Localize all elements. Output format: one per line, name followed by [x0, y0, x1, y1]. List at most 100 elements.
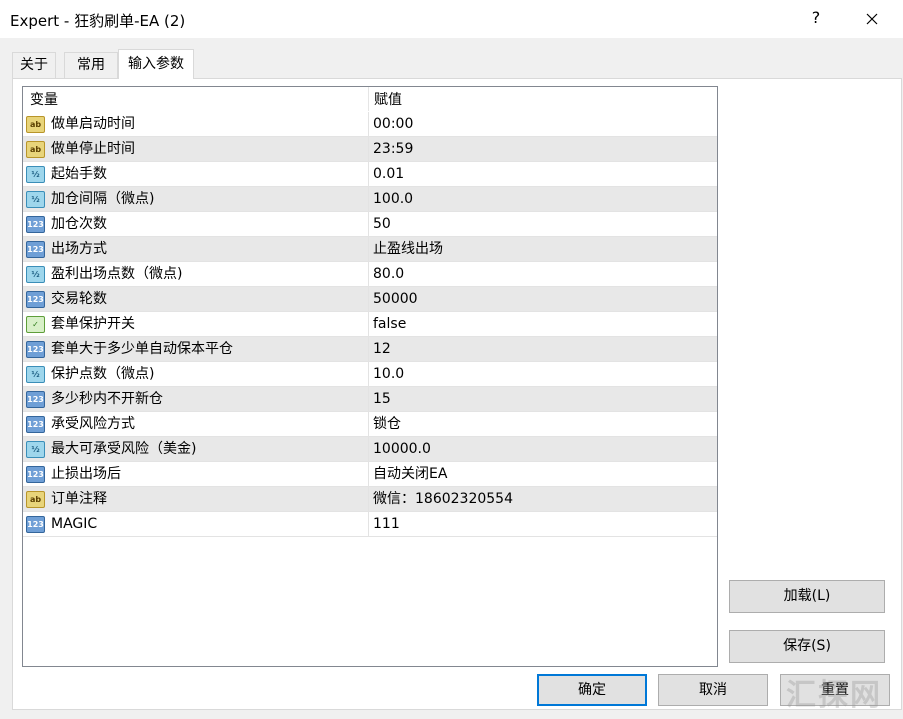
- load-button[interactable]: 加载(L): [729, 580, 885, 613]
- integer-type-icon: 123: [26, 391, 45, 408]
- parameter-value[interactable]: 自动关闭EA: [373, 462, 447, 486]
- table-row[interactable]: 123 出场方式 止盈线出场: [23, 237, 717, 262]
- string-type-icon: ab: [26, 116, 45, 133]
- string-type-icon: ab: [26, 141, 45, 158]
- column-header-value[interactable]: 赋值: [374, 87, 402, 111]
- parameter-name: 保护点数（微点): [51, 366, 155, 382]
- cell-divider: [368, 487, 369, 512]
- parameter-name: 套单保护开关: [51, 316, 135, 332]
- cell-divider: [368, 187, 369, 212]
- table-row[interactable]: ab 做单启动时间 00:00: [23, 112, 717, 137]
- string-type-icon: ab: [26, 491, 45, 508]
- parameter-name: 盈利出场点数（微点): [51, 266, 183, 282]
- table-row[interactable]: 123 止损出场后 自动关闭EA: [23, 462, 717, 487]
- ok-button[interactable]: 确定: [537, 674, 647, 706]
- table-row[interactable]: 123 加仓次数 50: [23, 212, 717, 237]
- cell-divider: [368, 387, 369, 412]
- double-type-icon: ½: [26, 191, 45, 208]
- table-row[interactable]: 123 多少秒内不开新仓 15: [23, 387, 717, 412]
- parameter-name: 套单大于多少单自动保本平仓: [51, 341, 233, 357]
- table-row[interactable]: ab 订单注释 微信：18602320554: [23, 487, 717, 512]
- cancel-button[interactable]: 取消: [658, 674, 768, 706]
- grid-header: 变量 赋值: [23, 87, 717, 111]
- parameter-value[interactable]: 15: [373, 387, 391, 411]
- double-type-icon: ½: [26, 441, 45, 458]
- parameter-name: 止损出场后: [51, 466, 121, 482]
- integer-type-icon: 123: [26, 341, 45, 358]
- parameter-value[interactable]: 50: [373, 212, 391, 236]
- parameter-value[interactable]: 23:59: [373, 137, 413, 161]
- parameter-value[interactable]: 50000: [373, 287, 418, 311]
- parameter-value[interactable]: 锁仓: [373, 412, 401, 436]
- parameter-value[interactable]: 0.01: [373, 162, 404, 186]
- cell-divider: [368, 162, 369, 187]
- grid-rows: ab 做单启动时间 00:00 ab 做单停止时间 23:59 ½ 起始手数 0.01 ½ 加仓间隔…: [23, 112, 717, 537]
- parameter-value[interactable]: false: [373, 312, 406, 336]
- parameter-value[interactable]: 00:00: [373, 112, 413, 136]
- parameter-value[interactable]: 100.0: [373, 187, 413, 211]
- save-button[interactable]: 保存(S): [729, 630, 885, 663]
- bool-type-icon: ✓: [26, 316, 45, 333]
- table-row[interactable]: 123 承受风险方式 锁仓: [23, 412, 717, 437]
- table-row[interactable]: 123 套单大于多少单自动保本平仓 12: [23, 337, 717, 362]
- cell-divider: [368, 462, 369, 487]
- integer-type-icon: 123: [26, 241, 45, 258]
- parameter-name: 最大可承受风险（美金): [51, 441, 197, 457]
- parameter-value[interactable]: 80.0: [373, 262, 404, 286]
- tab-about[interactable]: 关于: [12, 52, 56, 78]
- parameter-name: 加仓间隔（微点): [51, 191, 155, 207]
- double-type-icon: ½: [26, 266, 45, 283]
- parameter-name: MAGIC: [51, 516, 98, 532]
- cell-divider: [368, 312, 369, 337]
- column-divider[interactable]: [368, 87, 369, 111]
- parameter-name: 订单注释: [51, 491, 107, 507]
- window-title: Expert - 狂豹刷单-EA (2): [10, 12, 186, 30]
- parameter-name: 起始手数: [51, 166, 107, 182]
- cell-divider: [368, 362, 369, 387]
- double-type-icon: ½: [26, 166, 45, 183]
- close-button[interactable]: [855, 4, 889, 34]
- column-header-variable[interactable]: 变量: [30, 87, 58, 111]
- table-row[interactable]: ✓ 套单保护开关 false: [23, 312, 717, 337]
- table-row[interactable]: ½ 盈利出场点数（微点) 80.0: [23, 262, 717, 287]
- cell-divider: [368, 237, 369, 262]
- table-row[interactable]: ½ 加仓间隔（微点) 100.0: [23, 187, 717, 212]
- table-row[interactable]: ab 做单停止时间 23:59: [23, 137, 717, 162]
- cell-divider: [368, 262, 369, 287]
- parameter-value[interactable]: 111: [373, 512, 400, 536]
- parameter-name: 出场方式: [51, 241, 107, 257]
- cell-divider: [368, 412, 369, 437]
- cell-divider: [368, 112, 369, 137]
- tab-input-params[interactable]: 输入参数: [118, 49, 194, 79]
- parameter-name: 做单停止时间: [51, 141, 135, 157]
- table-row[interactable]: 123 交易轮数 50000: [23, 287, 717, 312]
- integer-type-icon: 123: [26, 416, 45, 433]
- double-type-icon: ½: [26, 366, 45, 383]
- cell-divider: [368, 437, 369, 462]
- parameter-value[interactable]: 10000.0: [373, 437, 431, 461]
- integer-type-icon: 123: [26, 291, 45, 308]
- cell-divider: [368, 212, 369, 237]
- parameter-name: 承受风险方式: [51, 416, 135, 432]
- parameter-name: 加仓次数: [51, 216, 107, 232]
- reset-button[interactable]: 重置: [780, 674, 890, 706]
- parameter-value[interactable]: 止盈线出场: [373, 237, 443, 261]
- table-row[interactable]: 123 MAGIC 111: [23, 512, 717, 537]
- dialog-client: 关于 常用 输入参数 变量 赋值 ab 做单启动时间 00:00 ab 做单停止时间 23…: [0, 38, 903, 719]
- integer-type-icon: 123: [26, 516, 45, 533]
- parameter-value[interactable]: 10.0: [373, 362, 404, 386]
- table-row[interactable]: ½ 保护点数（微点) 10.0: [23, 362, 717, 387]
- table-row[interactable]: ½ 最大可承受风险（美金) 10000.0: [23, 437, 717, 462]
- parameter-name: 做单启动时间: [51, 116, 135, 132]
- cell-divider: [368, 137, 369, 162]
- table-row[interactable]: ½ 起始手数 0.01: [23, 162, 717, 187]
- cell-divider: [368, 512, 369, 537]
- help-button[interactable]: ?: [808, 8, 824, 27]
- title-bar: Expert - 狂豹刷单-EA (2) ?: [0, 0, 903, 38]
- parameters-grid[interactable]: 变量 赋值 ab 做单启动时间 00:00 ab 做单停止时间 23:59 ½ 起始手数 0.0…: [22, 86, 718, 667]
- tab-common[interactable]: 常用: [64, 52, 118, 78]
- parameter-value[interactable]: 微信：18602320554: [373, 487, 513, 511]
- integer-type-icon: 123: [26, 216, 45, 233]
- parameter-value[interactable]: 12: [373, 337, 391, 361]
- cell-divider: [368, 287, 369, 312]
